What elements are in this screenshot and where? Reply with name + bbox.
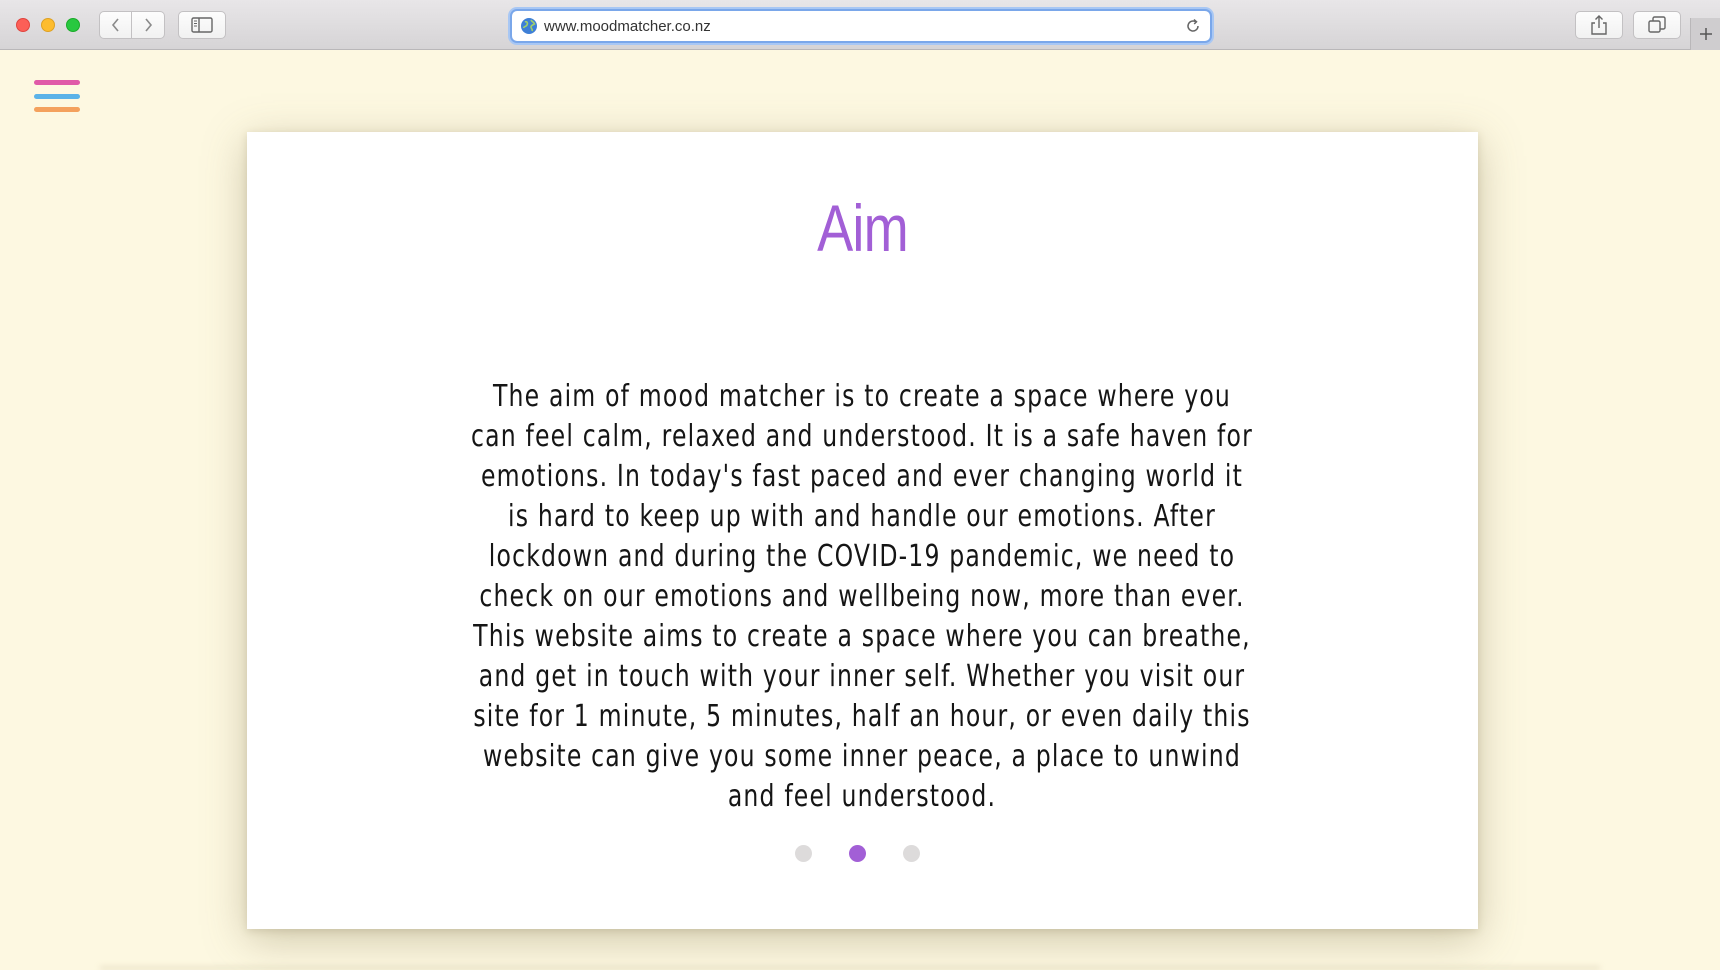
menu-line-3: [34, 107, 80, 112]
slide-dot-2-active[interactable]: [849, 845, 866, 862]
address-bar[interactable]: www.moodmatcher.co.nz: [510, 9, 1212, 43]
forward-button[interactable]: [132, 11, 165, 39]
window-minimize-button[interactable]: [41, 18, 55, 32]
slide-indicator: [795, 845, 920, 862]
chevron-right-icon: [145, 18, 153, 32]
aim-description: The aim of mood matcher is to create a s…: [471, 379, 1253, 814]
chevron-left-icon: [111, 18, 119, 32]
window-close-button[interactable]: [16, 18, 30, 32]
card-shadow: [100, 966, 1600, 970]
slide-dot-1[interactable]: [795, 845, 812, 862]
share-button[interactable]: [1575, 11, 1623, 39]
plus-icon: [1700, 28, 1712, 40]
new-tab-button[interactable]: [1690, 18, 1720, 50]
url-text: www.moodmatcher.co.nz: [544, 18, 711, 35]
sidebar-icon: [191, 17, 213, 33]
tabs-icon: [1648, 16, 1666, 33]
hamburger-menu-icon[interactable]: [34, 80, 80, 114]
back-button[interactable]: [99, 11, 132, 39]
reload-icon[interactable]: [1184, 17, 1202, 35]
browser-toolbar: www.moodmatcher.co.nz: [0, 0, 1720, 50]
show-tabs-button[interactable]: [1633, 11, 1681, 39]
window-zoom-button[interactable]: [66, 18, 80, 32]
page-title: Aim: [817, 191, 909, 265]
sidebar-toggle-button[interactable]: [178, 11, 226, 39]
share-icon: [1591, 15, 1607, 35]
globe-icon: [521, 18, 537, 34]
slide-dot-3[interactable]: [903, 845, 920, 862]
menu-line-2: [34, 94, 80, 99]
menu-line-1: [34, 80, 80, 85]
